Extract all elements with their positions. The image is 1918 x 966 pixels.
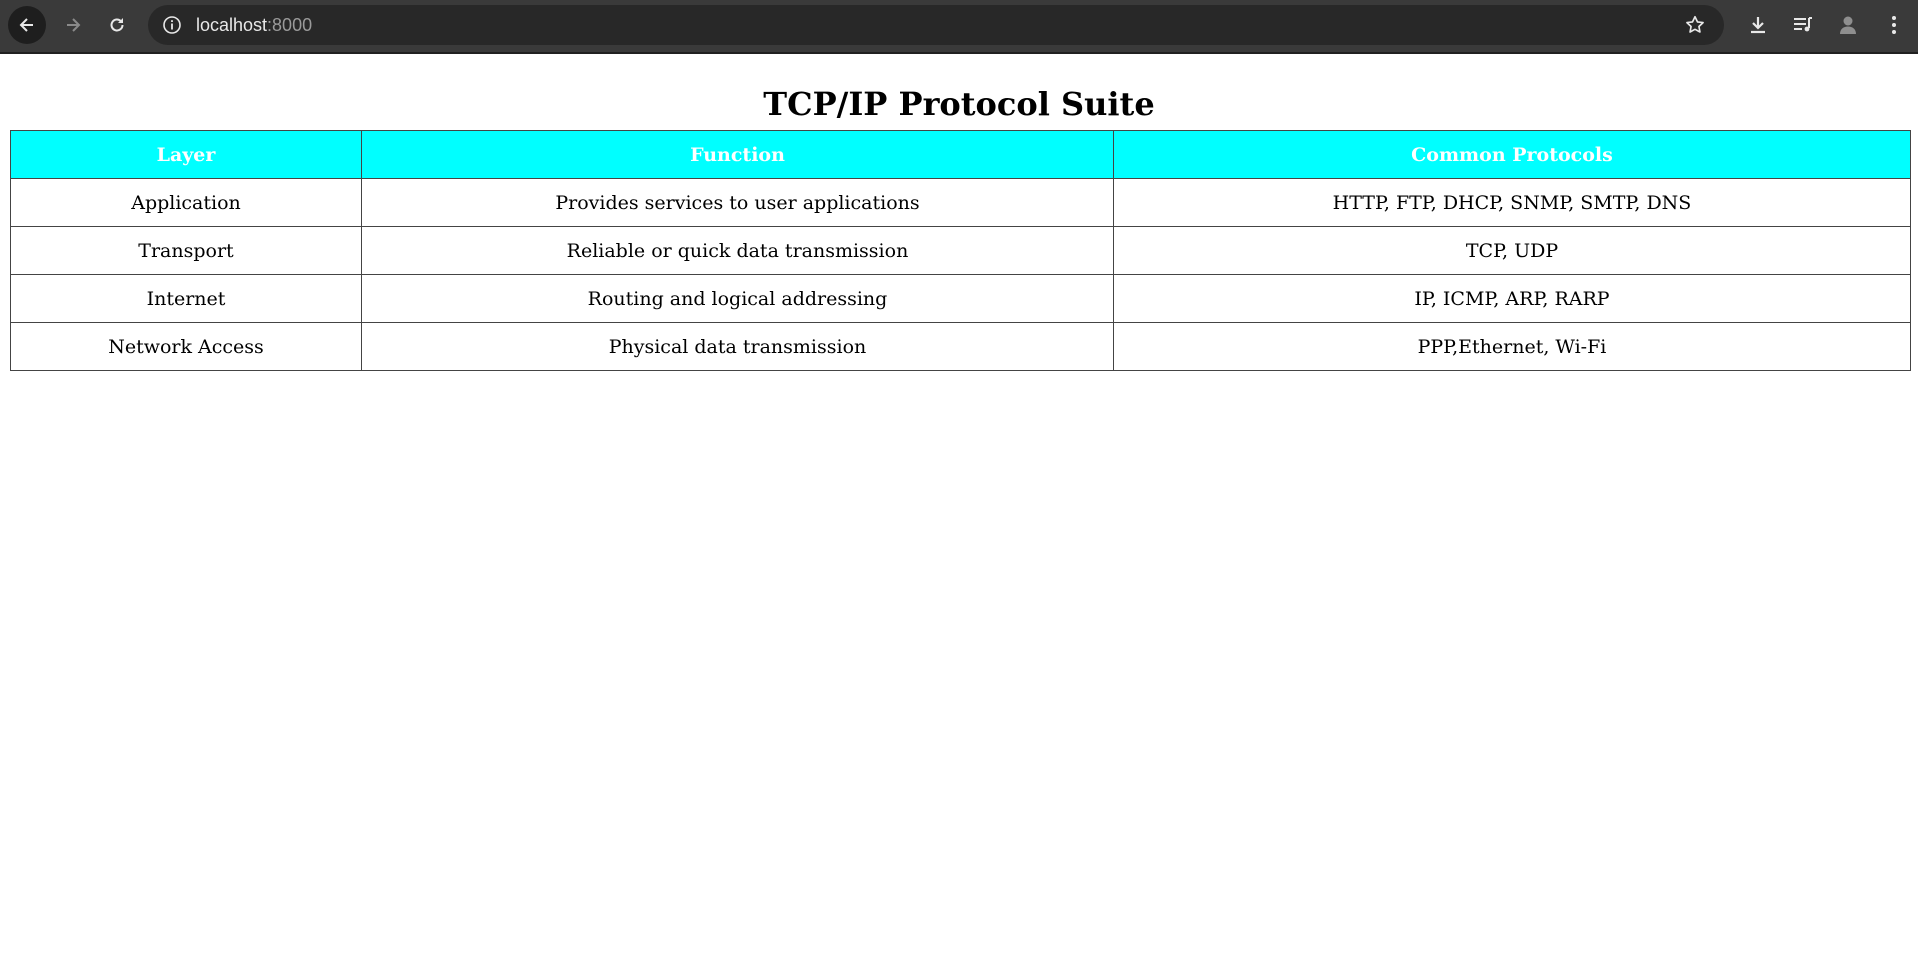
forward-button[interactable] [54,6,92,44]
media-queue-icon[interactable] [1791,13,1815,37]
table-row: Network Access Physical data transmissio… [10,322,1911,371]
cell-layer: Network Access [10,322,362,371]
download-icon[interactable] [1746,13,1770,37]
cell-function: Routing and logical addressing [361,274,1114,323]
page-title: TCP/IP Protocol Suite [763,85,1155,123]
browser-toolbar: localhost:8000 [0,0,1918,54]
cell-function: Provides services to user applications [361,178,1114,227]
table-row: Application Provides services to user ap… [10,178,1911,227]
forward-arrow-icon [67,18,81,32]
url-host: localhost [196,15,268,35]
header-common-protocols: Common Protocols [1113,130,1911,179]
cell-layer: Internet [10,274,362,323]
reload-icon [110,18,124,32]
cell-function: Reliable or quick data transmission [361,226,1114,275]
reload-button[interactable] [98,6,136,44]
cell-layer: Transport [10,226,362,275]
kebab-menu-icon[interactable] [1882,13,1906,37]
cell-protocols: TCP, UDP [1113,226,1911,275]
cell-layer: Application [10,178,362,227]
back-button[interactable] [8,6,46,44]
cell-function: Physical data transmission [361,322,1114,371]
info-icon[interactable] [162,15,182,35]
protocol-table: Layer Function Common Protocols Applicat… [10,130,1911,371]
table-header-row: Layer Function Common Protocols [10,130,1911,179]
url-text[interactable]: localhost:8000 [196,5,312,45]
header-function: Function [361,130,1114,179]
cell-protocols: IP, ICMP, ARP, RARP [1113,274,1911,323]
cell-protocols: HTTP, FTP, DHCP, SNMP, SMTP, DNS [1113,178,1911,227]
header-layer: Layer [10,130,362,179]
star-icon[interactable] [1684,14,1706,36]
cell-protocols: PPP,Ethernet, Wi-Fi [1113,322,1911,371]
page-content: TCP/IP Protocol Suite Layer Function Com… [0,54,1918,966]
table-row: Internet Routing and logical addressing … [10,274,1911,323]
back-arrow-icon [19,18,33,32]
avatar-icon[interactable] [1836,13,1860,37]
url-port: :8000 [267,15,313,35]
table-row: Transport Reliable or quick data transmi… [10,226,1911,275]
address-bar[interactable]: localhost:8000 [148,5,1724,45]
